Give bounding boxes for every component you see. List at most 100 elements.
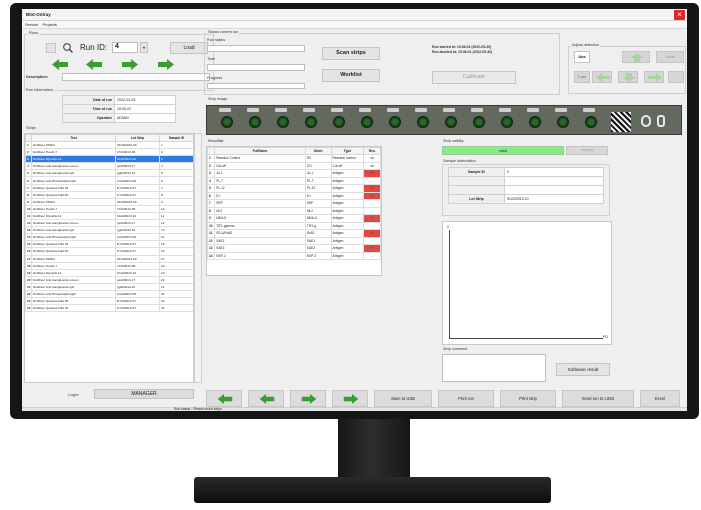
abs-button[interactable]: Abs	[574, 51, 590, 63]
calibrate-button[interactable]: Calibrate	[432, 71, 516, 84]
adjust-right-button[interactable]	[644, 71, 664, 83]
table-row[interactable]: 10 DotDiver HepAt 7 LT220013-08 10	[25, 204, 193, 213]
bottom-prev-button[interactable]	[248, 390, 284, 407]
result-header-short[interactable]: Short	[304, 147, 332, 155]
sample-info-blank-value-2	[504, 185, 604, 195]
table-row[interactable]: 8 Mi-2 Mi-2 Antigen -	[207, 206, 381, 215]
table-row[interactable]: 11 DotDiver Myositis 12 SU220013-10 11	[25, 211, 193, 221]
table-row[interactable]: 14 DotDiver Anti-Phospholipid IgM pm220013…	[25, 233, 193, 242]
run-time-label: Time of run	[62, 104, 115, 114]
runs-group-label: Runs	[28, 31, 39, 35]
table-row[interactable]: 18 DotDiver HepAt 7 LT220013-08 18	[25, 261, 193, 270]
table-row[interactable]: 24 DotDiver Quantra ANA 20 KY220013-07 24	[25, 304, 193, 313]
menu-projects[interactable]: Projects	[42, 22, 56, 27]
bottom-first-button[interactable]	[206, 390, 242, 407]
table-row[interactable]: 10 TIF1-gamma TIF1-g Antigen -	[207, 221, 381, 230]
progress-bar	[207, 83, 305, 89]
result-value: -	[363, 199, 381, 208]
new-run-button[interactable]	[46, 43, 56, 53]
first-arrow-icon	[217, 394, 233, 404]
table-row[interactable]: 2 DotDiver HepAt 7 LT220013-08 2	[25, 148, 193, 157]
result-type: Antigen	[330, 206, 365, 215]
table-row[interactable]: 19 DotDiver Myositis 12 SU220013-10 19	[25, 268, 193, 277]
table-row[interactable]: 16 DotDiver Quantra ANA 20 KY220013-07 16	[25, 247, 193, 256]
run-id-stepper[interactable]: ▾	[140, 42, 148, 53]
table-row[interactable]: 12 SAE1 SAE1 Antigen -	[207, 236, 381, 245]
send-lims-button[interactable]: Send run to LIMS	[562, 390, 634, 407]
table-row[interactable]: 6 EJ EJ Antigen +	[207, 191, 381, 200]
strips-header-sample-id[interactable]: Sample ID	[159, 134, 193, 142]
prev-arrow-icon[interactable]	[86, 59, 102, 70]
table-row[interactable]: 14 NXP-2 NXP-2 Antigen -	[207, 251, 381, 260]
bottom-next-button[interactable]	[290, 390, 326, 407]
prev-arrow-icon	[259, 394, 275, 404]
table-row[interactable]: 4 DotDiver Anti-Ganglioside screen gs22001…	[25, 162, 193, 171]
close-button[interactable]: ×	[674, 10, 685, 20]
table-row[interactable]: 20 DotDiver Anti-Ganglioside screen gs2200…	[25, 275, 193, 284]
table-row[interactable]: 9 DotDiver PMScl IN1220013-09 9	[25, 197, 193, 206]
table-row[interactable]: 8 DotDiver Quantra ANA 20 KY220013-07 8	[25, 190, 193, 199]
print-run-button[interactable]: Print run	[438, 390, 494, 407]
accept-button[interactable]: Accept	[566, 146, 608, 155]
table-row[interactable]: 1 Reaction Control RC Reaction control ok	[207, 154, 381, 163]
strips-scrollbar[interactable]	[194, 133, 202, 383]
scan-strips-button[interactable]: Scan strips	[322, 47, 380, 60]
save-usb-button[interactable]: Save to USB	[374, 390, 432, 407]
adjust-down-button[interactable]	[618, 71, 638, 83]
strip-lot: gg220013-16	[115, 282, 160, 291]
next-arrow-icon[interactable]	[122, 59, 138, 70]
strip-sample-id: 20	[159, 275, 193, 284]
adjust-plus-button[interactable]	[622, 51, 650, 63]
time-label: Time	[207, 57, 216, 61]
low-button[interactable]: Low	[574, 71, 590, 83]
table-row[interactable]: 3 Jo-1 Jo-1 Antigen ++	[207, 169, 381, 178]
bottom-last-button[interactable]	[332, 390, 368, 407]
result-header-fullname[interactable]: FullName	[214, 147, 306, 155]
result-fullname: SAE1	[214, 236, 306, 245]
strips-header-test[interactable]: Test	[31, 134, 116, 142]
status-run-label: Status current run	[207, 30, 240, 34]
table-row[interactable]: 12 DotDiver Anti-Ganglioside screen gs2200…	[25, 219, 193, 228]
strips-header-lot[interactable]: Lot Strip	[115, 134, 160, 142]
table-row[interactable]: 13 DotDiver Anti-Ganglioside IgG gg220013-…	[25, 226, 193, 235]
adjust-left-button[interactable]	[592, 71, 612, 83]
result-header-res[interactable]: Res.	[363, 147, 381, 155]
table-row[interactable]: 2 Cut-off CO Cut-off ok	[207, 161, 381, 170]
load-button[interactable]: Load	[170, 42, 208, 54]
table-row[interactable]: 7 SRP SRP Antigen -	[207, 199, 381, 208]
strip-comment-input[interactable]	[442, 354, 546, 382]
table-row[interactable]: 22 DotDiver Anti-Phospholipid IgM pm220013…	[25, 289, 193, 299]
strip-test: DotDiver HepAt 7	[31, 204, 116, 213]
last-arrow-icon[interactable]	[158, 59, 174, 70]
table-row[interactable]: 13 SAE2 SAE2 Antigen +	[207, 244, 381, 253]
result-header-type[interactable]: Type	[330, 147, 365, 155]
table-row[interactable]: 1 DotDiver PMScl IN1220013-09 1	[25, 140, 193, 150]
table-row[interactable]: 5 PL-12 PL-12 Antigen +	[207, 184, 381, 193]
menu-service[interactable]: Service	[25, 22, 38, 27]
search-icon[interactable]	[62, 42, 74, 54]
table-row[interactable]: 23 DotDiver Quantra ANA 25 EY220013-07 23	[25, 297, 193, 306]
excel-button[interactable]: Excel	[640, 390, 680, 407]
description-input[interactable]	[62, 73, 210, 81]
result-value: +	[363, 184, 381, 193]
table-row[interactable]: 21 DotDiver Anti-Ganglioside IgG gg220013-…	[25, 282, 193, 291]
first-arrow-icon[interactable]	[52, 59, 68, 70]
strip-spot-label	[219, 108, 231, 112]
table-row[interactable]: 4 PL-7 PL-7 Antigen -	[207, 176, 381, 185]
table-row[interactable]: 6 DotDiver Anti-Phospholipid IgM pm220013-…	[25, 176, 193, 185]
adjust-high-button[interactable]	[668, 71, 684, 83]
login-user-button[interactable]: MANAGER	[94, 389, 194, 399]
table-row[interactable]: 3 DotDiver Myositis 12 SU220013-10 3	[25, 155, 193, 164]
table-row[interactable]: 5 DotDiver Anti-Ganglioside IgG gg220013-1…	[25, 169, 193, 178]
reset-button[interactable]: Reset	[656, 51, 684, 63]
table-row[interactable]: 17 DotDiver PMScl IN1220013-09 17	[25, 254, 193, 263]
strip-sample-id: 18	[159, 261, 193, 270]
worklist-button[interactable]: Worklist	[322, 69, 380, 82]
software-result-button[interactable]: Software result	[556, 363, 610, 376]
table-row[interactable]: 9 MDA-5 MDA-5 Antigen +	[207, 214, 381, 223]
table-row[interactable]: 7 DotDiver Quantra ANA 25 EY220013-07 7	[25, 183, 193, 192]
table-row[interactable]: 11 SS-A/Ro52 Ro52 Antigen +	[207, 229, 381, 238]
print-strip-button[interactable]: Print strip	[500, 390, 556, 407]
run-id-input[interactable]: 4	[112, 42, 138, 53]
table-row[interactable]: 15 DotDiver Quantra ANA 25 EY220013-07 15	[25, 240, 193, 249]
